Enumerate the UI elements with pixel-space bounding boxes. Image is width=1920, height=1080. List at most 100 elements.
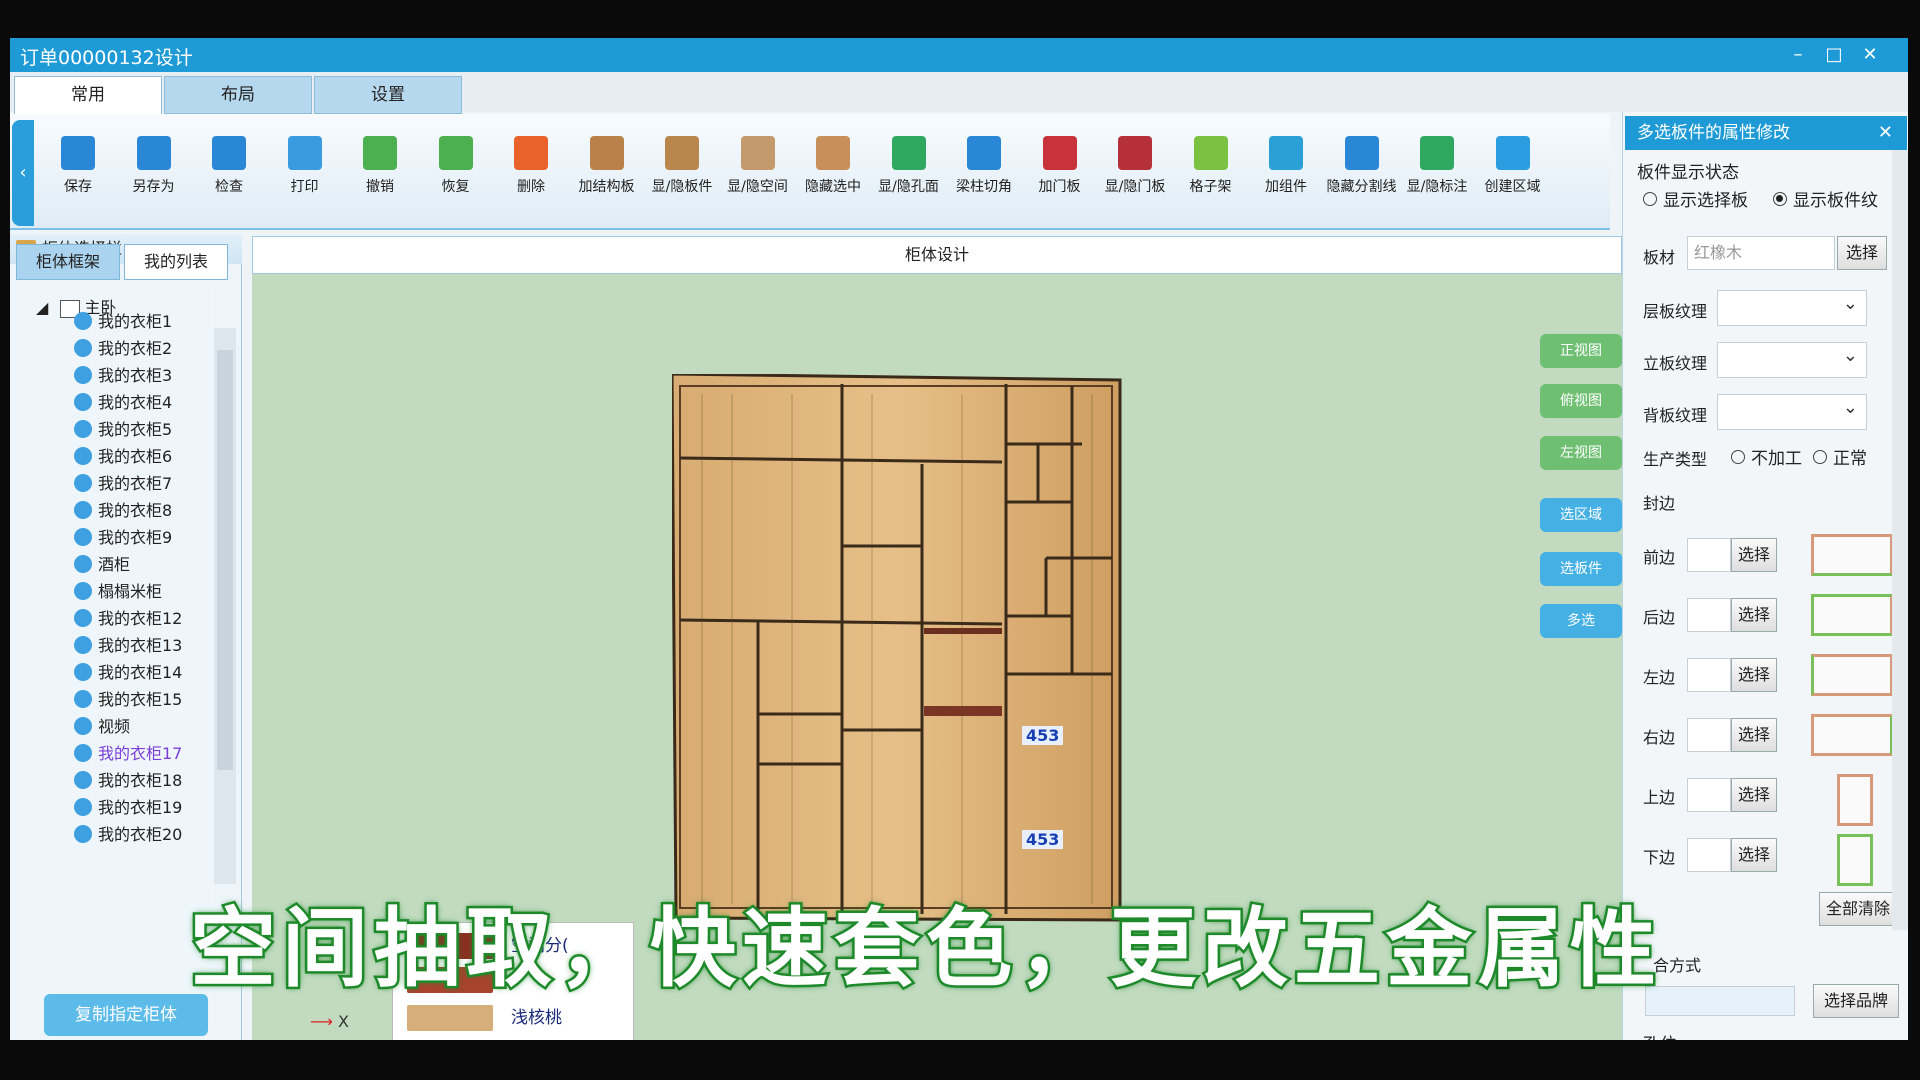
add-door-button[interactable]: 加门板 — [1022, 124, 1098, 224]
edge-input[interactable] — [1687, 778, 1731, 812]
edge-input[interactable] — [1687, 718, 1731, 752]
display-option-1[interactable]: 显示选择板 — [1643, 186, 1748, 211]
toolbar-collapse-button[interactable]: ‹ — [12, 120, 34, 226]
texture-option[interactable]: 浅核桃 — [511, 1003, 562, 1033]
redo-button[interactable]: 恢复 — [418, 124, 494, 224]
radio-checked-icon[interactable] — [1773, 192, 1787, 206]
radio-icon[interactable] — [1643, 192, 1657, 206]
maximize-button[interactable]: □ — [1816, 41, 1852, 69]
top-view-button[interactable]: 俯视图 — [1540, 384, 1622, 418]
hide-selected-button[interactable]: 隐藏选中 — [795, 124, 871, 224]
clear-all-button[interactable]: 全部清除 — [1819, 892, 1897, 926]
left-view-button[interactable]: 左视图 — [1540, 436, 1622, 470]
texture-option[interactable]: 枫叶 — [511, 1039, 545, 1040]
toggle-annotation-button[interactable]: 显/隐标注 — [1399, 124, 1475, 224]
combo-method-select[interactable] — [1645, 986, 1795, 1016]
hide-divider-button[interactable]: 隐藏分割线 — [1324, 124, 1400, 224]
tree-item[interactable]: 我的衣柜15 — [74, 688, 182, 712]
tree-scrollbar[interactable] — [214, 328, 236, 884]
back-texture-select[interactable] — [1717, 394, 1867, 430]
toggle-hole-button[interactable]: 显/隐孔面 — [871, 124, 947, 224]
save-as-button[interactable]: 另存为 — [116, 124, 192, 224]
tree-item[interactable]: 我的衣柜5 — [74, 418, 172, 442]
print-icon — [287, 136, 322, 170]
check-button[interactable]: 检查 — [191, 124, 267, 224]
tree-item[interactable]: 我的衣柜8 — [74, 499, 172, 523]
toggle-door-button[interactable]: 显/隐门板 — [1097, 124, 1173, 224]
edge-input[interactable] — [1687, 538, 1731, 572]
cabinet-icon — [74, 716, 92, 735]
save-button[interactable]: 保存 — [40, 124, 116, 224]
edge-select-button[interactable]: 选择 — [1731, 718, 1777, 752]
axis-indicator: ⟶ X — [310, 1012, 349, 1031]
select-region-button[interactable]: 选区域 — [1540, 498, 1622, 532]
add-component-button[interactable]: 加组件 — [1248, 124, 1324, 224]
tree-item-label: 我的衣柜12 — [98, 609, 183, 628]
tree-item[interactable]: 我的衣柜20 — [74, 823, 182, 847]
tree-item[interactable]: 我的衣柜19 — [74, 796, 182, 820]
display-option-2[interactable]: 显示板件纹 — [1773, 186, 1878, 211]
property-scrollbar[interactable] — [1892, 150, 1908, 930]
edge-input[interactable] — [1687, 598, 1731, 632]
select-brand-button[interactable]: 选择品牌 — [1813, 984, 1899, 1018]
minimize-button[interactable]: – — [1780, 41, 1816, 69]
tree-item-label: 视频 — [98, 717, 131, 736]
cabinet-icon — [74, 500, 92, 519]
edge-select-button[interactable]: 选择 — [1731, 838, 1777, 872]
tree-item[interactable]: 榻榻米柜 — [74, 580, 162, 604]
edge-select-button[interactable]: 选择 — [1731, 778, 1777, 812]
copy-cabinet-button[interactable]: 复制指定柜体 — [44, 994, 208, 1036]
tab-settings[interactable]: 设置 — [314, 76, 462, 114]
edge-input[interactable] — [1687, 838, 1731, 872]
radio-icon[interactable] — [1813, 450, 1827, 464]
tree-item[interactable]: 我的衣柜17 — [74, 742, 182, 766]
tree-item[interactable]: 我的衣柜3 — [74, 364, 172, 388]
select-panel-button[interactable]: 选板件 — [1540, 552, 1622, 586]
beam-cut-button[interactable]: 梁柱切角 — [946, 124, 1022, 224]
tree-item[interactable]: 我的衣柜1 — [74, 310, 172, 334]
material-select-button[interactable]: 选择 — [1837, 236, 1887, 270]
collapse-arrow-icon[interactable]: ◢ — [36, 298, 48, 317]
tree-item[interactable]: 我的衣柜18 — [74, 769, 182, 793]
tab-common[interactable]: 常用 — [14, 76, 162, 114]
edge-select-button[interactable]: 选择 — [1731, 658, 1777, 692]
tree-item[interactable]: 我的衣柜9 — [74, 526, 172, 550]
tree-item[interactable]: 我的衣柜6 — [74, 445, 172, 469]
tree-item[interactable]: 我的衣柜12 — [74, 607, 182, 631]
edge-input[interactable] — [1687, 658, 1731, 692]
scrollbar-thumb[interactable] — [217, 350, 233, 770]
material-input[interactable]: 红橡木 — [1687, 236, 1835, 270]
texture-swatch[interactable] — [407, 1005, 493, 1031]
production-option-2[interactable]: 正常 — [1813, 444, 1867, 469]
radio-icon[interactable] — [1731, 450, 1745, 464]
create-region-button[interactable]: 创建区域 — [1475, 124, 1551, 224]
edge-select-button[interactable]: 选择 — [1731, 538, 1777, 572]
tab-layout[interactable]: 布局 — [164, 76, 312, 114]
undo-button[interactable]: 撤销 — [342, 124, 418, 224]
structure-board-button[interactable]: 加结构板 — [569, 124, 645, 224]
tree-item[interactable]: 我的衣柜13 — [74, 634, 182, 658]
front-view-button[interactable]: 正视图 — [1540, 334, 1622, 368]
toggle-panel-button[interactable]: 显/隐板件 — [644, 124, 720, 224]
tree-item[interactable]: 我的衣柜14 — [74, 661, 182, 685]
toggle-space-button[interactable]: 显/隐空间 — [720, 124, 796, 224]
close-button[interactable]: ✕ — [1852, 41, 1888, 69]
cabinet-model[interactable] — [672, 374, 1152, 924]
edge-preview — [1811, 594, 1893, 636]
delete-button[interactable]: 删除 — [493, 124, 569, 224]
edge-select-button[interactable]: 选择 — [1731, 598, 1777, 632]
shelf-texture-select[interactable] — [1717, 290, 1867, 326]
close-icon[interactable]: ✕ — [1878, 116, 1893, 150]
multi-select-button[interactable]: 多选 — [1540, 604, 1622, 638]
tab-my-list[interactable]: 我的列表 — [124, 244, 228, 280]
tree-item[interactable]: 我的衣柜2 — [74, 337, 172, 361]
tree-item[interactable]: 我的衣柜7 — [74, 472, 172, 496]
production-option-1[interactable]: 不加工 — [1731, 444, 1802, 469]
tree-item[interactable]: 我的衣柜4 — [74, 391, 172, 415]
tree-item[interactable]: 视频 — [74, 715, 130, 739]
print-button[interactable]: 打印 — [267, 124, 343, 224]
tree-item[interactable]: 酒柜 — [74, 553, 130, 577]
tab-cabinet-frame[interactable]: 柜体框架 — [16, 244, 120, 280]
vertical-texture-select[interactable] — [1717, 342, 1867, 378]
grid-rack-button[interactable]: 格子架 — [1173, 124, 1249, 224]
